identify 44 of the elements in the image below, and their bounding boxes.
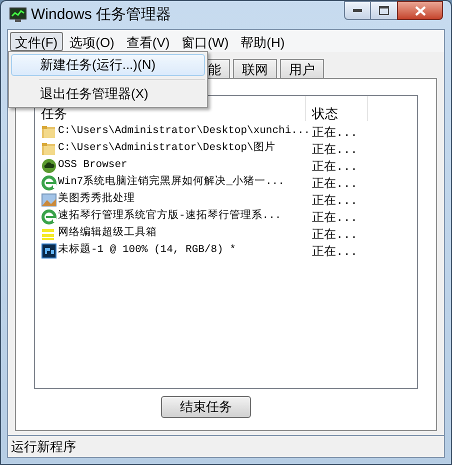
status-cell: 正在... <box>312 228 358 242</box>
status-cell: 正在... <box>312 194 358 208</box>
status-cell: 正在... <box>312 160 358 174</box>
task-name[interactable]: C:\Users\Administrator\Desktop\图片 <box>58 140 276 156</box>
minimize-button[interactable] <box>344 1 371 20</box>
photoshop-icon <box>41 242 57 258</box>
status-cell: 正在... <box>312 244 358 258</box>
menu-item[interactable]: 帮助(H) <box>236 32 290 50</box>
minimize-icon <box>353 9 362 12</box>
status-text: 运行新程序 <box>10 438 76 456</box>
task-name[interactable]: 未标题-1 @ 100% (14, RGB/8) * <box>58 242 236 258</box>
menu-item[interactable]: 查看(V) <box>121 32 175 50</box>
status-cell: 正在... <box>312 176 358 190</box>
cloud-icon <box>41 158 57 174</box>
task-name[interactable]: 速拓琴行管理系统官方版-速拓琴行管理系... <box>58 208 282 224</box>
task-name[interactable]: C:\Users\Administrator\Desktop\xunchi... <box>58 124 310 140</box>
task-name[interactable]: OSS Browser <box>58 158 128 174</box>
menu-item[interactable]: 新建任务(运行...)(N) <box>11 54 205 76</box>
maximize-icon <box>379 6 389 15</box>
menu-item[interactable]: 文件(F) <box>10 32 63 50</box>
folder-icon <box>41 124 57 140</box>
end-task-button[interactable]: 结束任务 <box>161 396 251 418</box>
browser-icon <box>41 174 57 190</box>
monitor-icon <box>9 7 27 23</box>
task-name[interactable]: 网络编辑超级工具箱 <box>58 226 157 242</box>
status-cell: 正在... <box>312 126 358 140</box>
window-title: Windows 任务管理器 <box>31 4 172 25</box>
folder-icon <box>41 140 57 156</box>
column-header[interactable]: 任务 <box>41 107 67 120</box>
status-cell: 正在... <box>312 142 358 156</box>
close-button[interactable] <box>397 1 443 20</box>
menu-item[interactable]: 窗口(W) <box>176 32 234 50</box>
browser-icon <box>41 208 57 224</box>
maximize-button[interactable] <box>371 1 397 20</box>
task-name[interactable]: 美图秀秀批处理 <box>58 192 135 208</box>
close-icon <box>414 6 426 16</box>
tab[interactable]: 用户 <box>280 59 324 78</box>
image-icon <box>41 192 57 208</box>
tab[interactable]: 联网 <box>233 59 277 78</box>
menu-item[interactable]: 退出任务管理器(X) <box>11 83 205 105</box>
task-name[interactable]: Win7系统电脑注销完黑屏如何解决_小猪一... <box>58 174 284 190</box>
status-cell: 正在... <box>312 210 358 224</box>
menu-item[interactable]: 选项(O) <box>64 32 120 50</box>
column-header[interactable]: 状态 <box>312 107 338 120</box>
